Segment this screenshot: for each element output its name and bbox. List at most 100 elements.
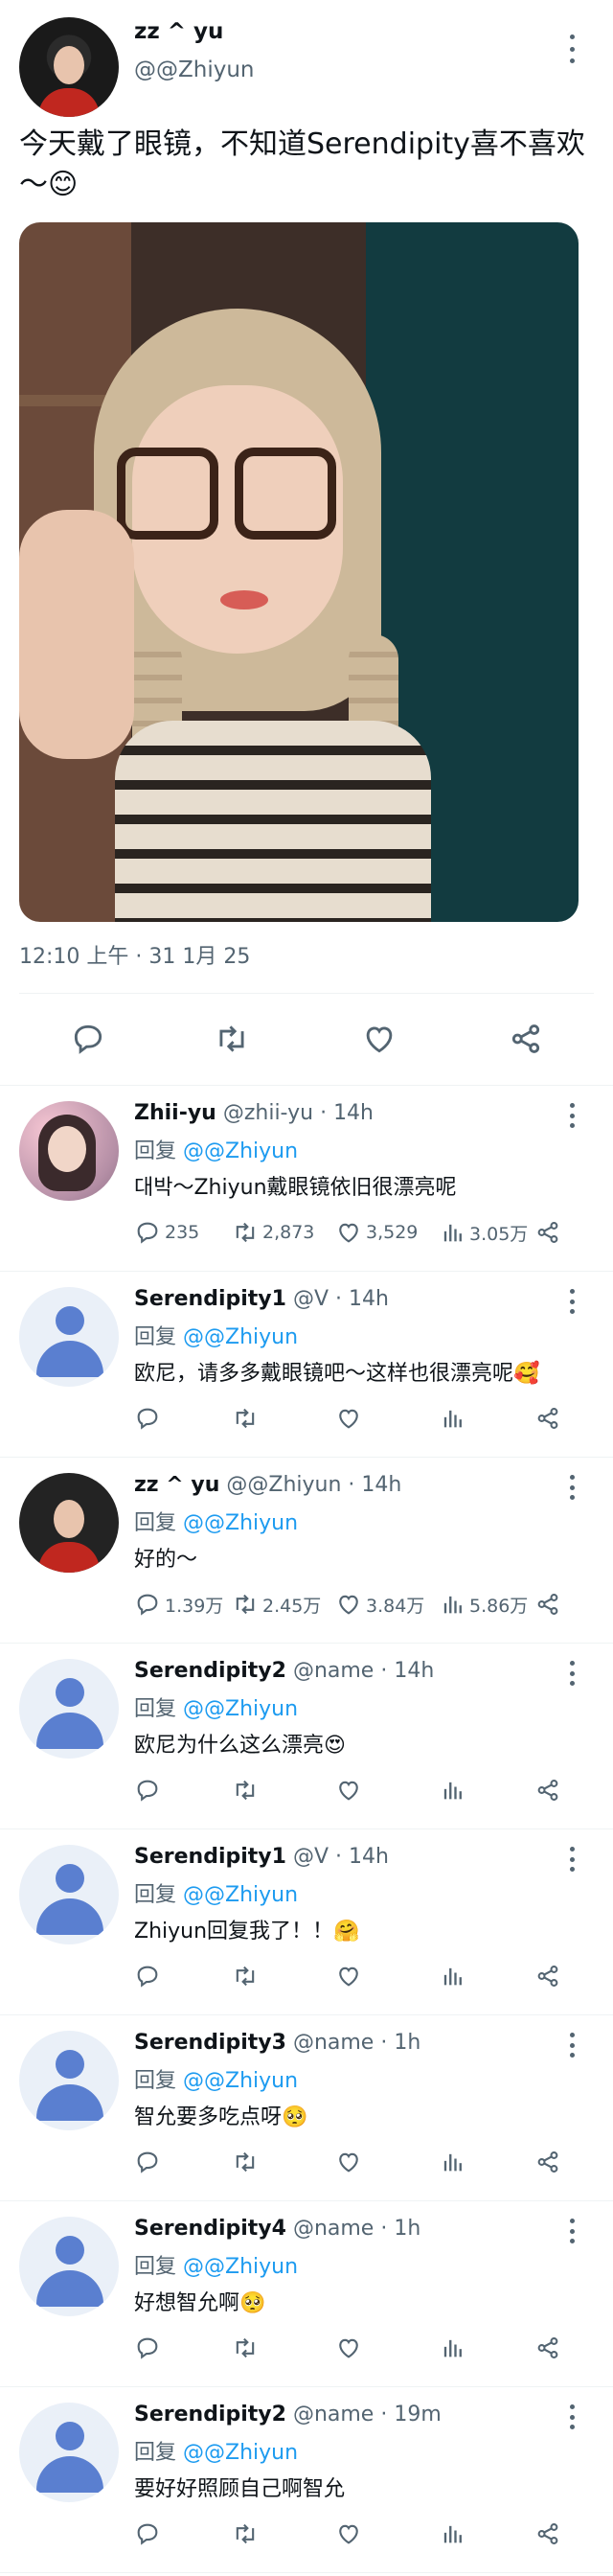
- retweet-count[interactable]: [232, 2148, 262, 2176]
- share-button[interactable]: [505, 1018, 547, 1060]
- reply-author-handle[interactable]: @V: [293, 1287, 329, 1311]
- reply-item[interactable]: Serendipity2 @name · 19m 回复 @@Zhiyun 要好好…: [0, 2387, 613, 2573]
- reply-author-name[interactable]: Serendipity3: [134, 2031, 286, 2055]
- reply-author-name[interactable]: Serendipity1: [134, 1287, 286, 1311]
- reply-count[interactable]: [134, 2334, 165, 2362]
- reply-author-name[interactable]: zz ^ yu: [134, 1473, 219, 1497]
- reply-item[interactable]: Serendipity1 @V · 14h 回复 @@Zhiyun 欧尼，请多多…: [0, 1272, 613, 1458]
- reply-to-mention[interactable]: @@Zhiyun: [183, 2441, 298, 2465]
- post-timestamp[interactable]: 12:10 上午 · 31 1月 25: [19, 939, 250, 970]
- reply-avatar[interactable]: [19, 1101, 119, 1201]
- retweet-count[interactable]: [232, 1962, 262, 1990]
- reply-more-options-icon[interactable]: [562, 1475, 581, 1500]
- like-count[interactable]: [335, 2519, 366, 2548]
- view-count[interactable]: [439, 2148, 469, 2176]
- reply-item[interactable]: Serendipity2 @name · 14h 回复 @@Zhiyun 欧尼为…: [0, 1644, 613, 1829]
- reply-time[interactable]: · 1h: [380, 2031, 420, 2055]
- like-button[interactable]: [358, 1018, 400, 1060]
- reply-author-handle[interactable]: @name: [293, 2031, 374, 2055]
- reply-avatar[interactable]: [19, 2031, 119, 2130]
- reply-item[interactable]: Serendipity4 @name · 1h 回复 @@Zhiyun 好想智允…: [0, 2201, 613, 2387]
- reply-more-options-icon[interactable]: [562, 2404, 581, 2429]
- view-count[interactable]: [439, 1962, 469, 1990]
- reply-more-options-icon[interactable]: [562, 2033, 581, 2058]
- reply-button[interactable]: [67, 1018, 109, 1060]
- reply-avatar[interactable]: [19, 2403, 119, 2502]
- reply-author-handle[interactable]: @V: [293, 1845, 329, 1869]
- reply-item[interactable]: Serendipity1 @V · 14h 回复 @@Zhiyun Zhiyun…: [0, 1829, 613, 2015]
- reply-to-mention[interactable]: @@Zhiyun: [183, 1325, 298, 1349]
- reply-to-mention[interactable]: @@Zhiyun: [183, 2255, 298, 2279]
- like-count[interactable]: [335, 1404, 366, 1433]
- reply-share-button[interactable]: [534, 1776, 561, 1805]
- like-count[interactable]: [335, 2148, 366, 2176]
- reply-count[interactable]: 235: [134, 1218, 199, 1247]
- reply-share-button[interactable]: [534, 2148, 561, 2176]
- reply-to-mention[interactable]: @@Zhiyun: [183, 1139, 298, 1163]
- retweet-count[interactable]: 2.45万: [232, 1590, 321, 1619]
- reply-author-name[interactable]: Serendipity2: [134, 2403, 286, 2426]
- reply-time[interactable]: · 14h: [380, 1659, 434, 1683]
- reply-share-button[interactable]: [534, 1404, 561, 1433]
- retweet-count[interactable]: 2,873: [232, 1218, 314, 1247]
- author-name[interactable]: zz ^ yu: [134, 19, 223, 44]
- reply-time[interactable]: · 14h: [348, 1473, 401, 1497]
- reply-time[interactable]: · 14h: [335, 1287, 389, 1311]
- reply-author-handle[interactable]: @name: [293, 2403, 374, 2426]
- retweet-count[interactable]: [232, 2334, 262, 2362]
- retweet-button[interactable]: [211, 1018, 253, 1060]
- reply-share-button[interactable]: [534, 2334, 561, 2362]
- view-count[interactable]: 5.86万: [439, 1590, 528, 1619]
- like-count[interactable]: [335, 1776, 366, 1805]
- more-options-icon[interactable]: [562, 34, 581, 63]
- reply-author-handle[interactable]: @name: [293, 1659, 374, 1683]
- like-count[interactable]: [335, 1962, 366, 1990]
- reply-avatar[interactable]: [19, 1287, 119, 1387]
- like-count[interactable]: [335, 2334, 366, 2362]
- reply-count[interactable]: [134, 1776, 165, 1805]
- reply-more-options-icon[interactable]: [562, 1661, 581, 1686]
- like-count[interactable]: 3.84万: [335, 1590, 424, 1619]
- reply-count[interactable]: [134, 1962, 165, 1990]
- reply-to-mention[interactable]: @@Zhiyun: [183, 2069, 298, 2093]
- reply-time[interactable]: · 14h: [320, 1101, 374, 1125]
- reply-count[interactable]: [134, 2148, 165, 2176]
- reply-author-name[interactable]: Zhii-yu: [134, 1101, 216, 1125]
- reply-item[interactable]: Serendipity3 @name · 1h 回复 @@Zhiyun 智允要多…: [0, 2015, 613, 2201]
- reply-to-mention[interactable]: @@Zhiyun: [183, 1883, 298, 1907]
- reply-count[interactable]: [134, 1404, 165, 1433]
- reply-avatar[interactable]: [19, 1659, 119, 1759]
- reply-avatar[interactable]: [19, 1845, 119, 1944]
- reply-avatar[interactable]: [19, 1473, 119, 1573]
- reply-share-button[interactable]: [534, 2519, 561, 2548]
- reply-item[interactable]: zz ^ yu @@Zhiyun · 14h 回复 @@Zhiyun 好的～ 1…: [0, 1458, 613, 1644]
- reply-to-mention[interactable]: @@Zhiyun: [183, 1511, 298, 1535]
- like-count[interactable]: 3,529: [335, 1218, 418, 1247]
- reply-time[interactable]: · 1h: [380, 2217, 420, 2241]
- reply-author-name[interactable]: Serendipity1: [134, 1845, 286, 1869]
- reply-more-options-icon[interactable]: [562, 2219, 581, 2243]
- reply-author-handle[interactable]: @zhii-yu: [223, 1101, 313, 1125]
- view-count[interactable]: [439, 2519, 469, 2548]
- view-count[interactable]: [439, 1404, 469, 1433]
- reply-share-button[interactable]: [534, 1218, 561, 1247]
- reply-more-options-icon[interactable]: [562, 1847, 581, 1872]
- reply-count[interactable]: [134, 2519, 165, 2548]
- author-avatar[interactable]: [19, 17, 119, 117]
- reply-to-mention[interactable]: @@Zhiyun: [183, 1697, 298, 1721]
- reply-author-handle[interactable]: @@Zhiyun: [226, 1473, 341, 1497]
- retweet-count[interactable]: [232, 1404, 262, 1433]
- view-count[interactable]: [439, 2334, 469, 2362]
- reply-time[interactable]: · 19m: [380, 2403, 441, 2426]
- post-photo[interactable]: [19, 222, 579, 922]
- reply-author-name[interactable]: Serendipity2: [134, 1659, 286, 1683]
- view-count[interactable]: [439, 1776, 469, 1805]
- reply-author-name[interactable]: Serendipity4: [134, 2217, 286, 2241]
- retweet-count[interactable]: [232, 2519, 262, 2548]
- reply-more-options-icon[interactable]: [562, 1103, 581, 1128]
- reply-count[interactable]: 1.39万: [134, 1590, 223, 1619]
- reply-share-button[interactable]: [534, 1962, 561, 1990]
- reply-author-handle[interactable]: @name: [293, 2217, 374, 2241]
- view-count[interactable]: 3.05万: [439, 1218, 528, 1247]
- reply-more-options-icon[interactable]: [562, 1289, 581, 1314]
